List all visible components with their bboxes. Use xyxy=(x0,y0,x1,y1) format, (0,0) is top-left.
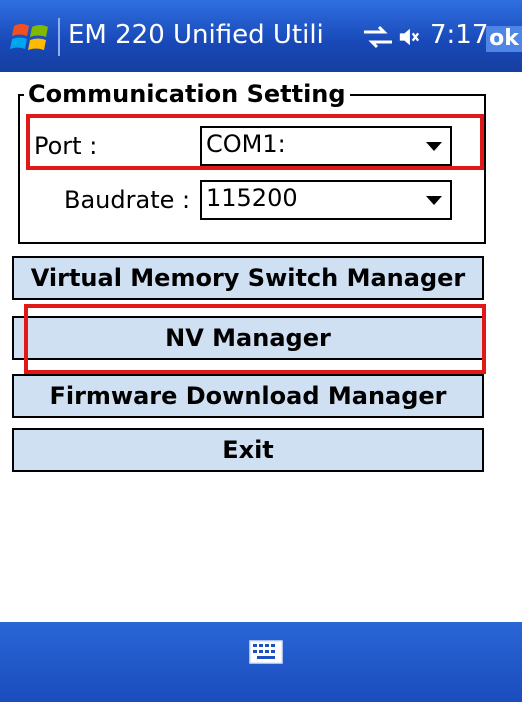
window-title: EM 220 Unified Utili xyxy=(68,20,324,50)
firmware-download-manager-button[interactable]: Firmware Download Manager xyxy=(12,374,484,418)
baudrate-label: Baudrate : xyxy=(64,186,191,214)
exit-button[interactable]: Exit xyxy=(12,428,484,472)
baudrate-value: 115200 xyxy=(206,184,298,212)
title-separator xyxy=(58,18,60,56)
baudrate-select[interactable]: 115200 xyxy=(200,180,452,220)
group-title: Communication Setting xyxy=(24,80,350,108)
chevron-down-icon[interactable] xyxy=(426,196,442,205)
speaker-muted-icon[interactable] xyxy=(398,26,420,48)
title-bar: EM 220 Unified Utili 7:17 ok xyxy=(0,0,522,72)
windows-start-icon[interactable] xyxy=(10,16,54,60)
nv-manager-highlight xyxy=(24,304,486,374)
ok-button[interactable]: ok xyxy=(486,26,522,52)
virtual-memory-switch-manager-button[interactable]: Virtual Memory Switch Manager xyxy=(12,256,484,300)
keyboard-icon[interactable] xyxy=(249,640,283,664)
connectivity-icon[interactable] xyxy=(360,24,396,50)
clock[interactable]: 7:17 xyxy=(430,20,488,50)
port-highlight xyxy=(26,114,484,170)
ok-label: ok xyxy=(489,26,519,51)
